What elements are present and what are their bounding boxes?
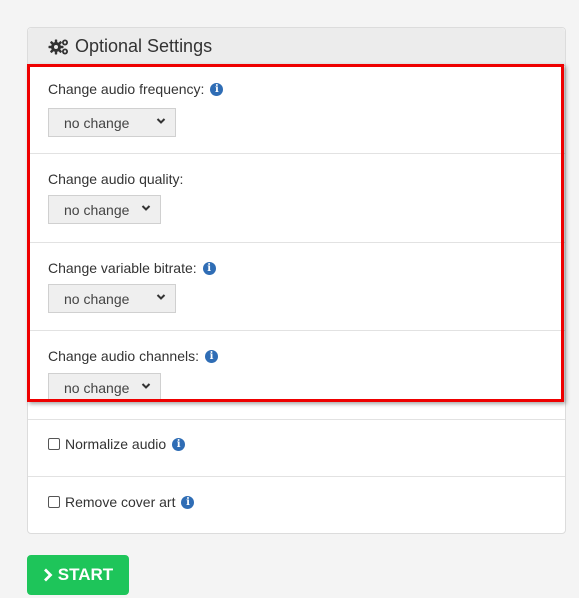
setting-label: Change variable bitrate: i: [48, 260, 216, 276]
chevron-down-icon: [141, 383, 151, 389]
setting-row-audio-channels: Change audio channels: i no change: [28, 331, 565, 420]
optional-settings-panel: Optional Settings Change audio frequency…: [27, 27, 566, 534]
audio-channels-select[interactable]: no change: [48, 373, 161, 402]
audio-quality-select[interactable]: no change: [48, 195, 161, 224]
chevron-down-icon: [141, 205, 151, 211]
remove-cover-art-row: Remove cover art i: [28, 477, 565, 534]
chevron-right-icon: [43, 568, 53, 582]
info-icon[interactable]: i: [202, 261, 216, 275]
setting-row-audio-quality: Change audio quality: no change: [28, 154, 565, 243]
info-icon[interactable]: i: [181, 495, 195, 509]
start-button[interactable]: START: [27, 555, 129, 595]
remove-cover-art-option[interactable]: Remove cover art i: [48, 494, 195, 510]
normalize-audio-option[interactable]: Normalize audio i: [48, 436, 186, 452]
setting-row-audio-frequency: Change audio frequency: i no change: [28, 65, 565, 154]
info-icon[interactable]: i: [210, 82, 224, 96]
remove-cover-art-checkbox[interactable]: [48, 496, 60, 508]
audio-frequency-select[interactable]: no change: [48, 108, 176, 137]
chevron-down-icon: [156, 294, 166, 300]
setting-label: Change audio channels: i: [48, 348, 219, 364]
chevron-down-icon: [156, 118, 166, 124]
gears-icon: [48, 39, 68, 54]
setting-label: Change audio frequency: i: [48, 81, 224, 97]
info-icon[interactable]: i: [205, 349, 219, 363]
normalize-audio-checkbox[interactable]: [48, 438, 60, 450]
info-icon[interactable]: i: [172, 437, 186, 451]
setting-label: Change audio quality:: [48, 171, 184, 187]
variable-bitrate-select[interactable]: no change: [48, 284, 176, 313]
normalize-audio-row: Normalize audio i: [28, 420, 565, 477]
panel-title: Optional Settings: [75, 36, 213, 56]
panel-header: Optional Settings: [28, 28, 565, 66]
setting-row-variable-bitrate: Change variable bitrate: i no change: [28, 243, 565, 331]
